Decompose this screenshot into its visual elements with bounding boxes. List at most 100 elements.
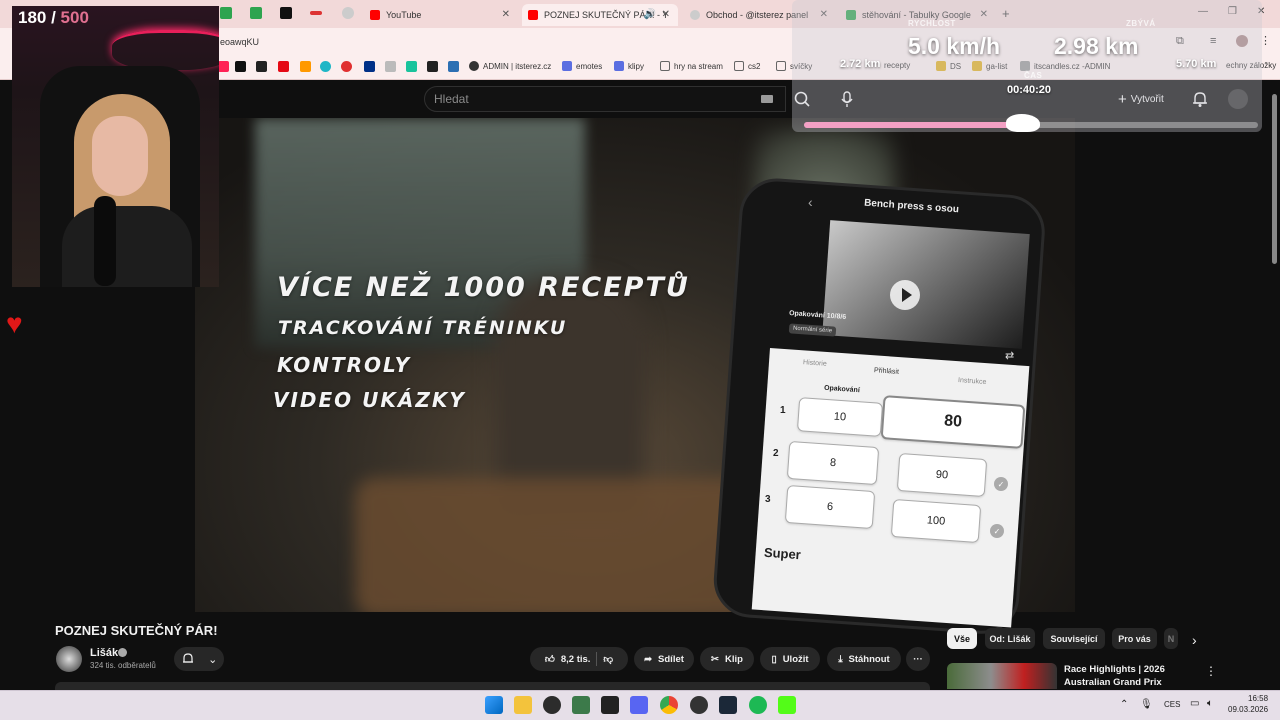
keyboard-icon[interactable] <box>761 95 773 103</box>
distance-left: 2.72 km <box>840 58 881 70</box>
reps-value: 6 <box>784 484 876 530</box>
youtube-icon <box>370 10 380 20</box>
set-index: 3 <box>765 494 771 505</box>
channel-avatar[interactable] <box>56 646 82 672</box>
bookmark-label: cs2 <box>748 61 761 71</box>
bookmark-icon[interactable] <box>448 61 459 72</box>
bookmark-admin[interactable]: ADMIN | itsterez.cz <box>469 61 551 71</box>
paypal-icon[interactable] <box>364 61 375 72</box>
x-icon[interactable] <box>235 61 246 72</box>
recommended-thumbnail[interactable] <box>947 663 1057 689</box>
tab-active-video[interactable]: POZNEJ SKUTEČNÝ PÁR! - Y 🔊 ✕ <box>522 4 678 26</box>
spotify-icon[interactable] <box>749 696 767 714</box>
tray-chevron-icon[interactable]: ⌃ <box>1120 699 1128 710</box>
pinned-sheets-icon[interactable] <box>250 7 262 19</box>
set-index: 1 <box>780 405 786 416</box>
netflix-icon[interactable] <box>278 61 289 72</box>
channel-name[interactable]: Lišák <box>90 647 118 659</box>
description-box[interactable] <box>55 682 930 690</box>
recommended-title[interactable]: Race Highlights | 2026 Australian Grand … <box>1064 663 1184 689</box>
download-button[interactable]: ⤓ Stáhnout <box>827 647 901 671</box>
like-dislike-group[interactable]: 👍︎ 8,2 tis. 👎︎ <box>530 647 628 671</box>
chip-more[interactable]: N <box>1164 628 1178 649</box>
streamer-face <box>92 116 148 196</box>
mic-tray-icon[interactable]: 🎙︎ <box>1140 699 1153 710</box>
promo-line-recipes: VÍCE NEŽ 1000 RECEPTŮ <box>277 272 690 303</box>
chevron-right-icon[interactable]: › <box>1192 632 1197 648</box>
discord-icon[interactable] <box>630 696 648 714</box>
clip-button[interactable]: ✂ Klip <box>700 647 754 671</box>
pinned-sheets-icon[interactable] <box>220 7 232 19</box>
clock-date[interactable]: 09.03.2026 <box>1228 705 1268 714</box>
network-icon[interactable]: ▭ <box>1190 698 1199 709</box>
steam-icon[interactable] <box>719 696 737 714</box>
chip-for-you[interactable]: Pro vás <box>1112 628 1157 649</box>
kick-icon[interactable] <box>778 696 796 714</box>
share-label: Sdílet <box>658 653 684 665</box>
bookmark-icon[interactable] <box>218 61 229 72</box>
bookmark-icon[interactable] <box>385 61 396 72</box>
address-url[interactable]: eoawqKU <box>220 37 259 47</box>
start-icon[interactable] <box>485 696 503 714</box>
chip-all[interactable]: Vše <box>947 628 977 649</box>
pinned-app-icon[interactable] <box>310 11 322 15</box>
close-icon[interactable]: ✕ <box>662 9 670 20</box>
bookmark-icon[interactable] <box>320 61 331 72</box>
share-button[interactable]: ➦ Sdílet <box>634 647 694 671</box>
close-icon[interactable]: ✕ <box>502 9 510 20</box>
like-icon[interactable]: 👍︎ <box>545 653 555 665</box>
save-button[interactable]: ▯ Uložit <box>760 647 820 671</box>
clock-time[interactable]: 16:58 <box>1248 694 1268 703</box>
more-actions-button[interactable]: ··· <box>906 647 930 671</box>
chrome-icon[interactable] <box>660 696 678 714</box>
bookmark-hry[interactable]: hry na stream <box>660 61 723 71</box>
pinned-app-icon[interactable] <box>342 7 354 19</box>
more-vert-icon[interactable]: ⋮ <box>1205 664 1217 678</box>
bookmark-emotes[interactable]: emotes <box>562 61 602 71</box>
tab-youtube[interactable]: YouTube ✕ <box>364 4 518 26</box>
bookmark-icon[interactable] <box>427 61 438 72</box>
site-icon <box>562 61 572 71</box>
bookmark-icon[interactable] <box>300 61 311 72</box>
volume-icon[interactable]: 🔈︎ <box>1207 698 1213 709</box>
time-label: ČAS <box>1024 71 1043 80</box>
like-count[interactable]: 8,2 tis. <box>561 654 591 665</box>
download-icon: ⤓ <box>838 653 843 665</box>
obs-icon[interactable] <box>690 696 708 714</box>
pinned-kick-icon[interactable] <box>280 7 292 19</box>
speed-label: RYCHLOST <box>908 19 956 28</box>
speed-value: 5.0 km/h <box>908 33 1001 59</box>
microphone <box>94 196 116 286</box>
app-icon[interactable] <box>543 696 561 714</box>
bookmark-icon[interactable] <box>341 61 352 72</box>
progress-mascot <box>1006 114 1040 132</box>
search-input[interactable] <box>424 86 786 112</box>
reps-text: 6 <box>826 500 834 514</box>
divider <box>596 652 598 666</box>
phone-exercise-video <box>822 220 1030 349</box>
reps-text: 10 <box>833 410 847 424</box>
set-index: 2 <box>773 448 779 459</box>
chip-from-channel[interactable]: Od: Lišák <box>985 628 1035 649</box>
file-explorer-icon[interactable] <box>514 696 532 714</box>
dislike-icon[interactable]: 👎︎ <box>603 653 613 665</box>
bookmark-cs2[interactable]: cs2 <box>734 61 760 71</box>
language-indicator[interactable]: CES <box>1164 700 1180 709</box>
bookmark-icon[interactable] <box>256 61 267 72</box>
scissors-icon: ✂ <box>711 653 719 665</box>
app-icon[interactable] <box>601 696 619 714</box>
scrollbar-thumb[interactable] <box>1272 94 1277 264</box>
heart-icon: ♥ <box>6 308 23 339</box>
chip-related[interactable]: Související <box>1043 628 1105 649</box>
subscription-bell-button[interactable]: ⌄ <box>174 647 224 671</box>
swap-icon: ⇄ <box>1005 350 1015 362</box>
bookmark-icon[interactable] <box>406 61 417 72</box>
play-icon <box>890 280 920 310</box>
site-icon <box>469 61 479 71</box>
more-icon: ··· <box>913 653 923 665</box>
led-lights <box>112 30 219 70</box>
folder-icon <box>734 61 744 71</box>
speaker-icon[interactable]: 🔊 <box>644 9 656 20</box>
bookmark-klipy[interactable]: klipy <box>614 61 644 71</box>
app-icon[interactable] <box>572 696 590 714</box>
